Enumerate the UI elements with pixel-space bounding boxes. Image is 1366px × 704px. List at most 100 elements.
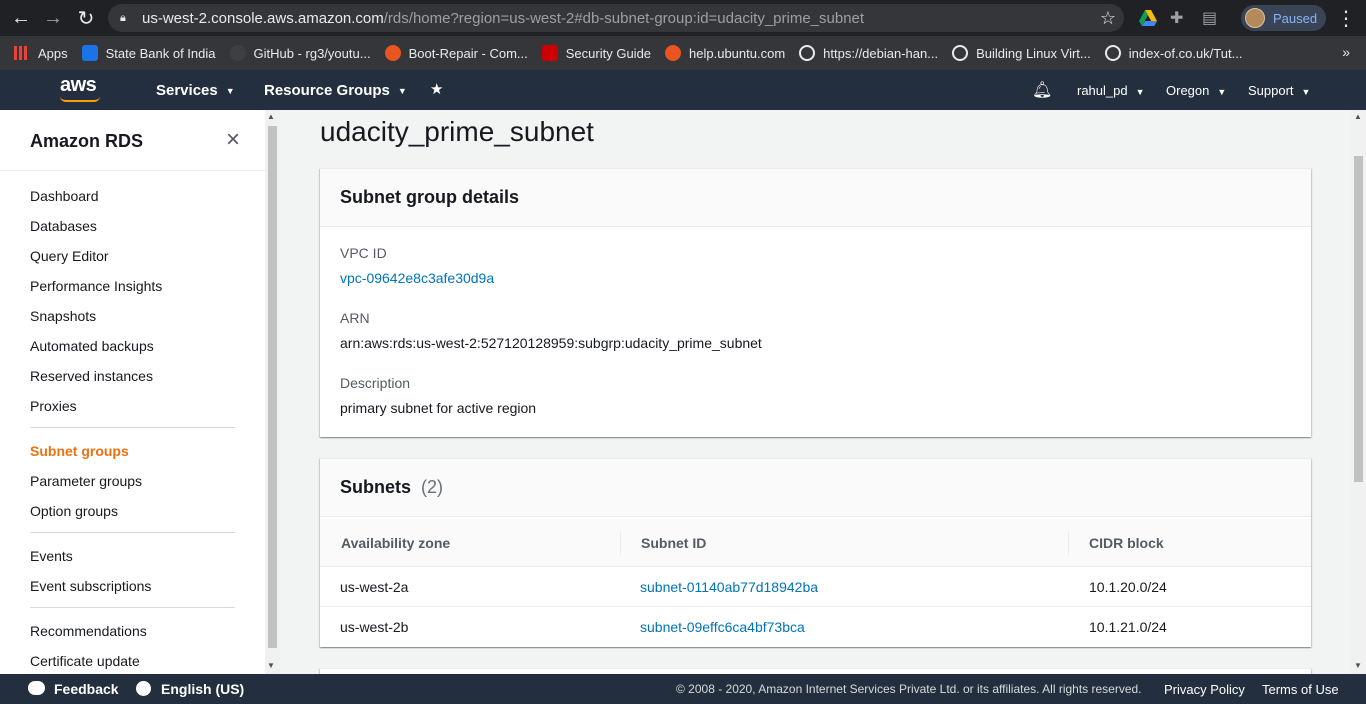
bookmark-github[interactable]: GitHub - rg3/youtu... bbox=[229, 45, 371, 61]
bookmark-label: Apps bbox=[38, 45, 68, 61]
aws-logo[interactable]: aws bbox=[58, 74, 104, 106]
scroll-down-icon[interactable]: ▼ bbox=[1354, 661, 1362, 670]
globe-icon bbox=[1104, 45, 1121, 61]
url-text: us-west-2.console.aws.amazon.com/rds/hom… bbox=[142, 9, 865, 27]
services-menu[interactable]: Services ▼ bbox=[156, 82, 235, 99]
bookmarks-more-icon[interactable]: » bbox=[1342, 44, 1350, 60]
resource-groups-menu[interactable]: Resource Groups ▼ bbox=[264, 82, 407, 99]
clipboard-icon[interactable]: ▤ bbox=[1202, 8, 1222, 28]
subnet-group-details-card: Subnet group details VPC ID vpc-09642e8c… bbox=[320, 168, 1311, 437]
aws-smile-icon bbox=[60, 96, 100, 102]
table-header: Availability zone Subnet ID CIDR block bbox=[320, 519, 1311, 567]
vpc-id-link[interactable]: vpc-09642e8c3afe30d9a bbox=[340, 270, 494, 286]
forward-icon[interactable]: → bbox=[37, 2, 69, 34]
card-title: Subnet group details bbox=[340, 187, 520, 207]
caret-down-icon: ▼ bbox=[397, 86, 407, 96]
table-row: us-west-2b subnet-09effc6ca4bf73bca 10.1… bbox=[320, 607, 1311, 647]
account-menu[interactable]: rahul_pd ▼ bbox=[1077, 83, 1145, 98]
sidebar-item-dashboard[interactable]: Dashboard bbox=[30, 188, 99, 204]
support-menu[interactable]: Support ▼ bbox=[1248, 83, 1310, 98]
privacy-policy-link[interactable]: Privacy Policy bbox=[1164, 682, 1245, 697]
card-title: Subnets bbox=[340, 477, 412, 497]
sidebar-item-certificate-update[interactable]: Certificate update bbox=[30, 653, 140, 669]
sidebar-item-snapshots[interactable]: Snapshots bbox=[30, 308, 96, 324]
sidebar-item-reserved-instances[interactable]: Reserved instances bbox=[30, 368, 153, 384]
aws-logo-text: aws bbox=[60, 74, 97, 96]
github-icon bbox=[229, 45, 246, 61]
main-scrollbar-thumb[interactable] bbox=[1354, 156, 1363, 482]
column-header-cidr-block[interactable]: CIDR block bbox=[1089, 535, 1164, 551]
region-menu[interactable]: Oregon ▼ bbox=[1166, 83, 1226, 98]
browser-menu-icon[interactable]: ⋮ bbox=[1336, 6, 1356, 31]
sidebar-item-recommendations[interactable]: Recommendations bbox=[30, 623, 147, 639]
sidebar-item-event-subscriptions[interactable]: Event subscriptions bbox=[30, 578, 151, 594]
sidebar-item-databases[interactable]: Databases bbox=[30, 218, 97, 234]
bookmark-label: index-of.co.uk/Tut... bbox=[1128, 45, 1243, 61]
bookmark-star-icon[interactable]: ☆ bbox=[1100, 8, 1116, 29]
redhat-icon bbox=[541, 45, 558, 61]
sidebar-item-parameter-groups[interactable]: Parameter groups bbox=[30, 473, 142, 489]
bookmark-apps[interactable]: Apps bbox=[14, 46, 68, 61]
sidebar-item-proxies[interactable]: Proxies bbox=[30, 398, 77, 414]
bookmark-linux-virt[interactable]: Building Linux Virt... bbox=[952, 45, 1091, 61]
sidebar-item-events[interactable]: Events bbox=[30, 548, 73, 564]
globe-icon bbox=[952, 45, 969, 61]
caret-down-icon: ▼ bbox=[1301, 87, 1311, 97]
back-icon[interactable]: ← bbox=[5, 2, 37, 34]
bookmark-debian[interactable]: https://debian-han... bbox=[799, 45, 938, 61]
account-label: rahul_pd bbox=[1077, 83, 1128, 98]
sidebar-item-automated-backups[interactable]: Automated backups bbox=[30, 338, 154, 354]
column-header-availability-zone[interactable]: Availability zone bbox=[341, 535, 450, 551]
pin-icon[interactable]: ★ bbox=[430, 80, 443, 98]
page-title: udacity_prime_subnet bbox=[320, 116, 594, 147]
profile-status: Paused bbox=[1273, 10, 1318, 26]
scroll-up-icon[interactable]: ▲ bbox=[1354, 112, 1362, 121]
reload-icon[interactable]: ↻ bbox=[70, 2, 102, 34]
terms-of-use-link[interactable]: Terms of Use bbox=[1262, 682, 1339, 697]
bookmark-index-of[interactable]: index-of.co.uk/Tut... bbox=[1104, 45, 1243, 61]
sidebar-title: Amazon RDS bbox=[30, 131, 144, 151]
ubuntu-icon bbox=[384, 45, 401, 61]
feedback-label: Feedback bbox=[54, 681, 119, 697]
region-label: Oregon bbox=[1166, 83, 1210, 98]
bookmark-label: GitHub - rg3/youtu... bbox=[253, 45, 371, 61]
subnet-id-link[interactable]: subnet-09effc6ca4bf73bca bbox=[640, 619, 805, 635]
cell-cidr-block: 10.1.21.0/24 bbox=[1089, 619, 1167, 635]
bookmark-help-ubuntu[interactable]: help.ubuntu.com bbox=[665, 45, 785, 61]
extension-icon[interactable]: ✚ bbox=[1170, 8, 1190, 28]
bell-icon[interactable]: 🔔︎ bbox=[1032, 80, 1052, 100]
aws-navbar: aws Services ▼ Resource Groups ▼ ★ 🔔︎ rahu… bbox=[0, 70, 1366, 110]
arn-value: arn:aws:rds:us-west-2:527120128959:subgr… bbox=[340, 335, 762, 351]
globe-icon bbox=[799, 45, 816, 61]
sidebar-item-option-groups[interactable]: Option groups bbox=[30, 503, 118, 519]
bookmarks-bar: Apps State Bank of India GitHub - rg3/yo… bbox=[0, 36, 1366, 70]
language-button[interactable]: English (US) bbox=[136, 681, 244, 697]
sidebar-item-performance-insights[interactable]: Performance Insights bbox=[30, 278, 162, 294]
bookmark-sbi[interactable]: State Bank of India bbox=[81, 45, 216, 61]
sidebar-item-subnet-groups[interactable]: Subnet groups bbox=[30, 443, 129, 459]
footer: Feedback English (US) © 2008 - 2020, Ama… bbox=[0, 674, 1366, 704]
subnet-id-link[interactable]: subnet-01140ab77d18942ba bbox=[640, 579, 818, 595]
scroll-up-icon[interactable]: ▲ bbox=[267, 112, 275, 121]
profile-button[interactable]: Paused bbox=[1241, 5, 1326, 31]
scroll-down-icon[interactable]: ▼ bbox=[267, 661, 275, 670]
bookmark-security-guide[interactable]: Security Guide bbox=[541, 45, 651, 61]
subnets-card: Subnets (2) Availability zone Subnet ID … bbox=[320, 458, 1311, 647]
sidebar-item-query-editor[interactable]: Query Editor bbox=[30, 248, 109, 264]
bookmark-label: help.ubuntu.com bbox=[689, 45, 786, 61]
sidebar-scrollbar-thumb[interactable] bbox=[268, 126, 277, 648]
feedback-button[interactable]: Feedback bbox=[28, 681, 119, 697]
copyright-text: © 2008 - 2020, Amazon Internet Services … bbox=[676, 682, 1142, 696]
address-bar[interactable]: 🔒︎ us-west-2.console.aws.amazon.com/rds/… bbox=[108, 4, 1124, 32]
apps-grid-icon bbox=[14, 46, 28, 60]
sbi-icon bbox=[81, 45, 98, 61]
column-header-subnet-id[interactable]: Subnet ID bbox=[641, 535, 706, 551]
divider bbox=[30, 427, 235, 428]
google-drive-icon[interactable] bbox=[1138, 8, 1158, 28]
divider bbox=[30, 532, 235, 533]
close-icon[interactable]: × bbox=[226, 128, 240, 152]
card-header: Subnets (2) bbox=[320, 459, 1311, 517]
bookmark-boot-repair[interactable]: Boot-Repair - Com... bbox=[384, 45, 528, 61]
avatar bbox=[1245, 8, 1265, 28]
caret-down-icon: ▼ bbox=[1135, 87, 1145, 97]
